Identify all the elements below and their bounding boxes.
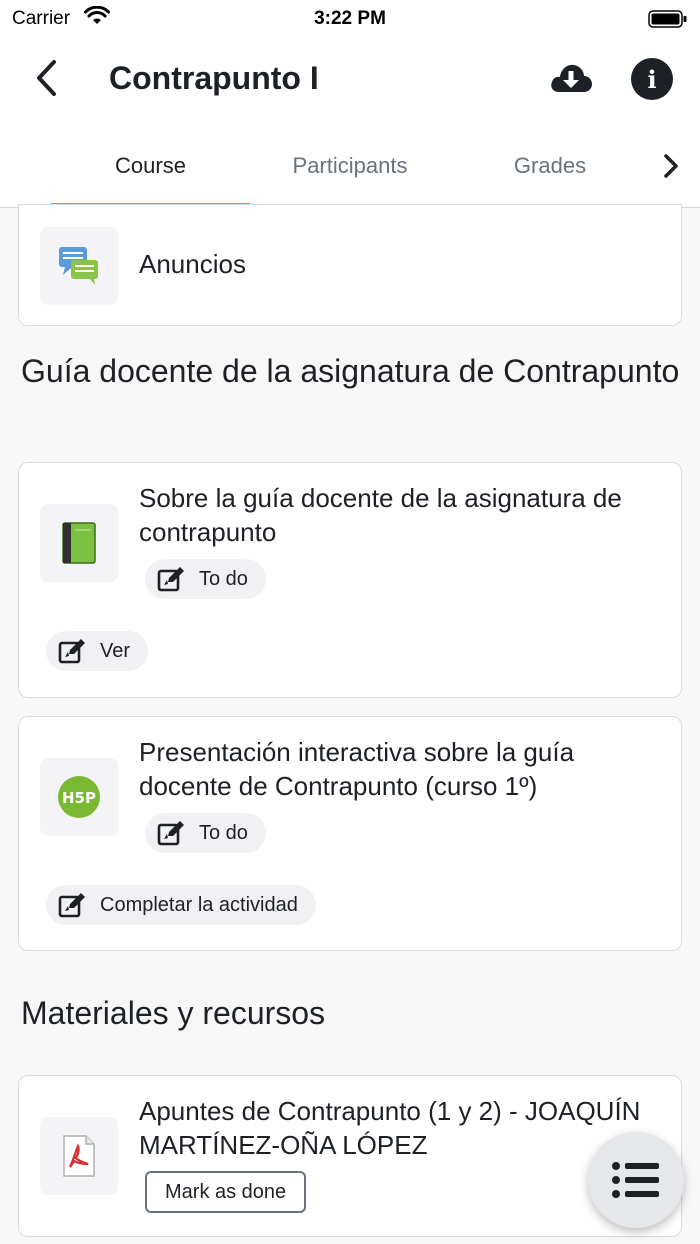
clock: 3:22 PM (314, 8, 386, 29)
pdf-icon (40, 1117, 118, 1195)
module-name: Apuntes de Contrapunto (1 y 2) - JOAQUÍN… (139, 1096, 641, 1160)
action-label: Ver (100, 639, 131, 662)
module-name: Anuncios (139, 249, 246, 279)
module-name: Sobre la guía docente de la asignatura d… (139, 483, 622, 547)
info-button[interactable]: i (631, 58, 673, 100)
cloud-download-icon (551, 64, 592, 92)
forum-icon (40, 227, 118, 305)
status-label: To do (199, 567, 248, 590)
course-tabs: Course Participants Grades (0, 126, 700, 208)
book-icon (40, 504, 118, 582)
completion-action-chip[interactable]: Ver (46, 631, 149, 671)
info-icon: i (647, 64, 657, 94)
edit-icon (58, 893, 85, 918)
course-index-icon (612, 1162, 659, 1198)
module-name: Presentación interactiva sobre la guía d… (139, 737, 575, 801)
page-title: Contrapunto I (109, 60, 319, 96)
back-button[interactable] (28, 58, 64, 98)
status-label: To do (199, 821, 248, 844)
chevron-left-icon (37, 60, 56, 96)
module-card-h5p[interactable]: H5P Presentación interactiva sobre la gu… (18, 716, 682, 951)
app-header: Contrapunto I i (0, 36, 700, 126)
completion-action-chip[interactable]: Completar la actividad (46, 885, 316, 925)
chevron-right-icon (664, 154, 678, 178)
mark-as-done-button[interactable]: Mark as done (145, 1171, 307, 1213)
action-label: Completar la actividad (100, 893, 298, 916)
tab-course[interactable]: Course (51, 126, 250, 206)
edit-icon (157, 567, 184, 592)
course-index-button[interactable] (588, 1132, 684, 1228)
module-card-forum[interactable]: Anuncios (18, 204, 682, 326)
module-card-book[interactable]: Sobre la guía docente de la asignatura d… (18, 462, 682, 698)
tabs-next-button[interactable] (656, 150, 686, 182)
section-title: Guía docente de la asignatura de Contrap… (21, 353, 680, 389)
completion-status-badge: To do (145, 813, 266, 853)
battery-icon (648, 9, 688, 34)
download-button[interactable] (548, 58, 594, 98)
section-title: Materiales y recursos (21, 995, 326, 1031)
h5p-icon: H5P (40, 758, 118, 836)
svg-text:H5P: H5P (62, 789, 96, 807)
completion-status-badge: To do (145, 559, 266, 599)
module-card-resource[interactable]: Apuntes de Contrapunto (1 y 2) - JOAQUÍN… (18, 1075, 682, 1237)
edit-icon (157, 821, 184, 846)
tab-participants[interactable]: Participants (250, 126, 450, 206)
status-bar: Carrier 3:22 PM (0, 0, 700, 36)
edit-icon (58, 639, 85, 664)
tab-grades[interactable]: Grades (450, 126, 650, 206)
